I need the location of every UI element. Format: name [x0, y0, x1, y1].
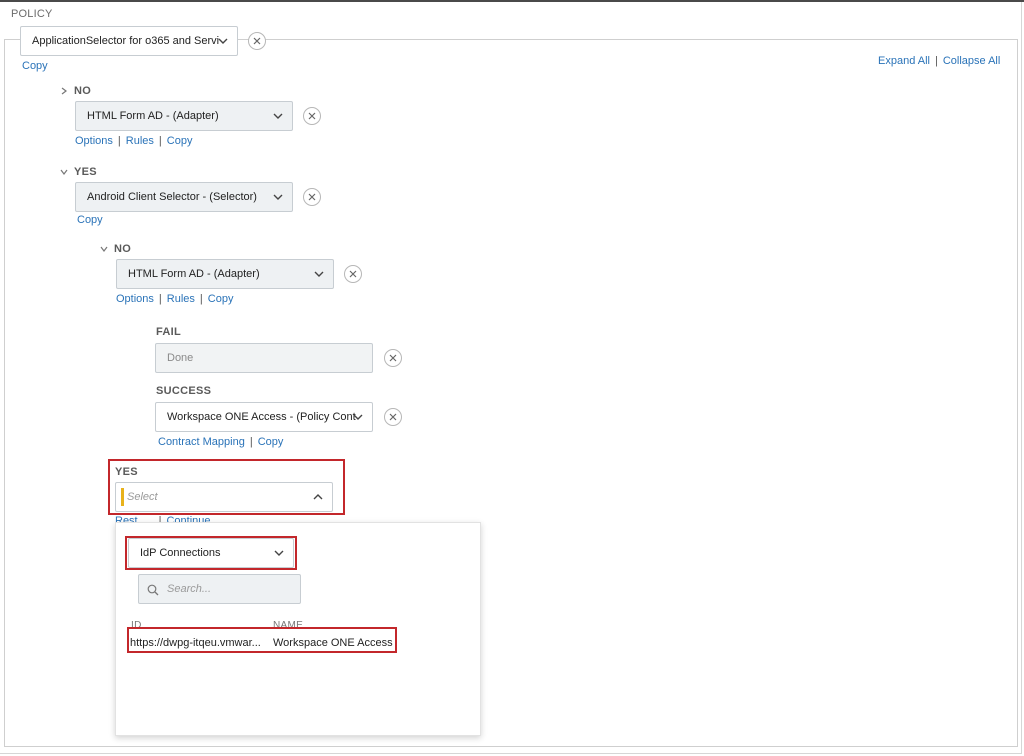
expand-all-link[interactable]: Expand All: [878, 55, 930, 67]
close-icon: [389, 413, 397, 421]
root-remove-button[interactable]: [248, 32, 266, 50]
branch-no-1-remove-button[interactable]: [303, 107, 321, 125]
separator: |: [158, 135, 162, 147]
branch-yes-1-label: YES: [74, 166, 97, 178]
branch-no-1-selector-value: HTML Form AD - (Adapter): [87, 110, 219, 122]
separator: |: [934, 55, 938, 67]
chevron-down-icon: [273, 194, 283, 200]
close-icon: [349, 270, 357, 278]
branch-no-2-options-link[interactable]: Options: [116, 293, 154, 305]
highlight-source-type: [125, 536, 297, 570]
selector-dropdown-popup: IdP Connections Search... ID NAME https:…: [115, 522, 481, 736]
branch-no-1-copy-link[interactable]: Copy: [167, 135, 193, 147]
close-icon: [253, 37, 261, 45]
search-icon: [147, 584, 159, 596]
separator: |: [199, 293, 203, 305]
branch-no-1-options-link[interactable]: Options: [75, 135, 113, 147]
root-links: Copy: [22, 60, 48, 72]
branch-no-1-selector[interactable]: HTML Form AD - (Adapter): [75, 101, 293, 131]
branch-no-2-rules-link[interactable]: Rules: [167, 293, 195, 305]
policy-label: POLICY: [11, 8, 53, 20]
chevron-down-icon: [273, 113, 283, 119]
close-icon: [308, 112, 316, 120]
branch-yes-1-links: Copy: [77, 214, 103, 226]
branch-yes-1-selector-value: Android Client Selector - (Selector): [87, 191, 257, 203]
separator: |: [249, 436, 253, 448]
branch-no-1-label: NO: [74, 85, 92, 97]
branch-no-2-remove-button[interactable]: [344, 265, 362, 283]
root-copy-link[interactable]: Copy: [22, 60, 48, 72]
branch-yes-1-toggle[interactable]: YES: [60, 166, 97, 178]
branch-no-2-links: Options | Rules | Copy: [116, 293, 233, 305]
success-links: Contract Mapping | Copy: [158, 436, 283, 448]
search-placeholder: Search...: [167, 583, 212, 595]
highlight-yes-branch: [108, 459, 345, 515]
success-selector[interactable]: Workspace ONE Access - (Policy Cont: [155, 402, 373, 432]
chevron-down-icon: [353, 414, 363, 420]
branch-no-2-toggle[interactable]: NO: [100, 243, 131, 255]
branch-no-1-toggle[interactable]: NO: [60, 85, 91, 97]
branch-yes-1-copy-link[interactable]: Copy: [77, 214, 103, 226]
chevron-down-icon: [100, 246, 108, 252]
chevron-down-icon: [60, 169, 68, 175]
branch-no-2-label: NO: [114, 243, 132, 255]
expand-collapse-links: Expand All | Collapse All: [878, 55, 1000, 67]
fail-selector: Done: [155, 343, 373, 373]
separator: |: [117, 135, 121, 147]
fail-remove-button[interactable]: [384, 349, 402, 367]
branch-no-2-selector-value: HTML Form AD - (Adapter): [128, 268, 260, 280]
chevron-right-icon: [61, 87, 67, 95]
highlight-connection-row: [127, 627, 397, 653]
chevron-down-icon: [218, 38, 228, 44]
branch-yes-1-selector[interactable]: Android Client Selector - (Selector): [75, 182, 293, 212]
success-label: SUCCESS: [156, 385, 212, 397]
root-selector[interactable]: ApplicationSelector for o365 and Servi: [20, 26, 238, 56]
chevron-down-icon: [314, 271, 324, 277]
search-input[interactable]: Search...: [138, 574, 301, 604]
branch-no-2-copy-link[interactable]: Copy: [208, 293, 234, 305]
branch-no-2-selector[interactable]: HTML Form AD - (Adapter): [116, 259, 334, 289]
root-selector-value: ApplicationSelector for o365 and Servi: [32, 35, 220, 47]
close-icon: [308, 193, 316, 201]
success-copy-link[interactable]: Copy: [258, 436, 284, 448]
branch-no-1-rules-link[interactable]: Rules: [126, 135, 154, 147]
success-remove-button[interactable]: [384, 408, 402, 426]
contract-mapping-link[interactable]: Contract Mapping: [158, 436, 245, 448]
close-icon: [389, 354, 397, 362]
success-selector-value: Workspace ONE Access - (Policy Cont: [167, 411, 356, 423]
collapse-all-link[interactable]: Collapse All: [943, 55, 1000, 67]
fail-label: FAIL: [156, 326, 182, 338]
branch-yes-1-remove-button[interactable]: [303, 188, 321, 206]
fail-selector-value: Done: [167, 352, 194, 364]
separator: |: [158, 293, 162, 305]
branch-no-1-links: Options | Rules | Copy: [75, 135, 192, 147]
